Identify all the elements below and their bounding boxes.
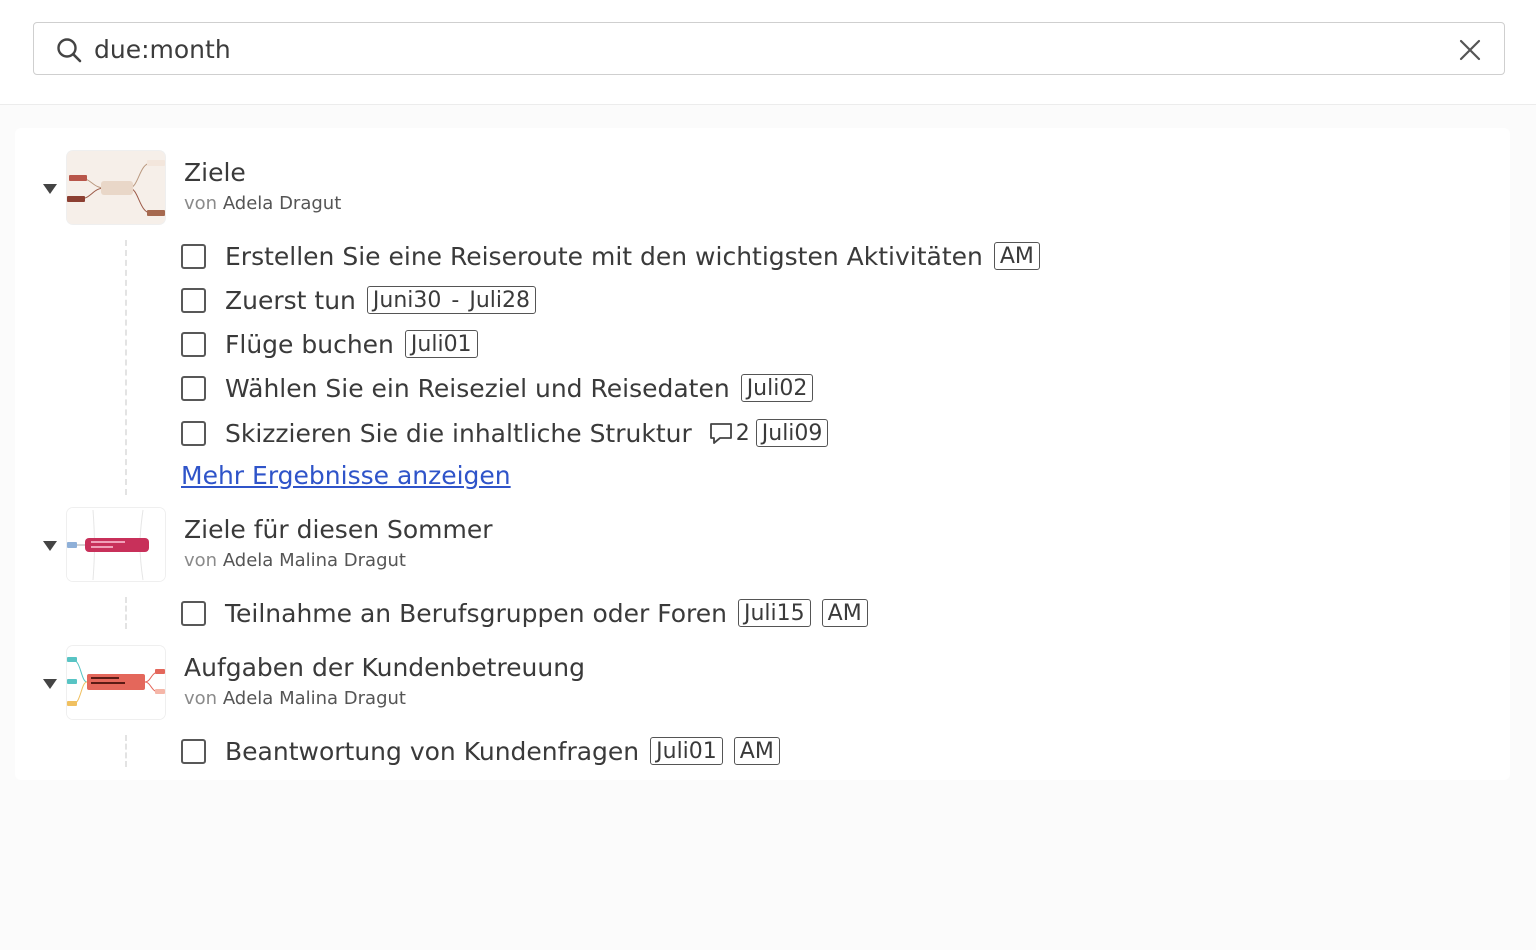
author-prefix: von — [184, 688, 218, 709]
task-checkbox[interactable] — [181, 287, 206, 313]
author-name: Adela Malina Dragut — [222, 688, 406, 709]
map-thumbnail[interactable] — [67, 508, 165, 581]
close-icon[interactable] — [1456, 36, 1484, 64]
comment-count[interactable]: 2 — [708, 420, 750, 446]
search-icon — [57, 38, 82, 63]
search-box[interactable] — [33, 22, 1505, 75]
author-name: Adela Dragut — [222, 193, 342, 214]
task-text[interactable]: Beantwortung von Kundenfragen — [225, 737, 639, 766]
task-item: Teilnahme an Berufsgruppen oder Foren Ju… — [181, 596, 868, 630]
task-text[interactable]: Flüge buchen — [225, 330, 394, 359]
task-text[interactable]: Erstellen Sie eine Reiseroute mit den wi… — [225, 242, 983, 271]
caret-down-icon[interactable] — [43, 679, 57, 689]
date-tag: Juli01 — [650, 737, 723, 765]
caret-down-icon[interactable] — [43, 541, 57, 551]
task-checkbox[interactable] — [181, 375, 206, 401]
task-item: Beantwortung von Kundenfragen Juli01 AM — [181, 734, 780, 768]
map-title[interactable]: Ziele — [184, 158, 246, 187]
author-name: Adela Malina Dragut — [222, 550, 406, 571]
assignee-tag: AM — [821, 599, 868, 627]
date-tag: Juli09 — [755, 419, 829, 447]
task-item: Erstellen Sie eine Reiseroute mit den wi… — [181, 239, 1040, 273]
task-item: Wählen Sie ein Reiseziel und Reisedaten … — [181, 371, 814, 405]
tree-line — [125, 597, 127, 629]
map-author: von Adela Malina Dragut — [184, 550, 406, 571]
date-to: Juli28 — [469, 288, 530, 313]
date-tag: Juli02 — [740, 374, 814, 402]
task-text[interactable]: Zuerst tun — [225, 286, 356, 315]
task-checkbox[interactable] — [181, 420, 206, 446]
task-text[interactable]: Teilnahme an Berufsgruppen oder Foren — [225, 599, 727, 628]
tree-line — [125, 735, 127, 767]
task-checkbox[interactable] — [181, 243, 206, 269]
search-input[interactable] — [94, 31, 1434, 67]
map-author: von Adela Malina Dragut — [184, 688, 406, 709]
more-results-link[interactable]: Mehr Ergebnisse anzeigen — [181, 461, 511, 490]
task-item: Zuerst tun Juni30- Juli28 — [181, 283, 536, 317]
task-text[interactable]: Skizzieren Sie die inhaltliche Struktur — [225, 419, 692, 448]
task-checkbox[interactable] — [181, 331, 206, 357]
task-item: Flüge buchen Juli01 — [181, 327, 478, 361]
date-separator: - — [451, 288, 460, 313]
author-prefix: von — [184, 193, 218, 214]
author-prefix: von — [184, 550, 218, 571]
task-text[interactable]: Wählen Sie ein Reiseziel und Reisedaten — [225, 374, 730, 403]
comment-icon — [709, 423, 732, 444]
search-results: Ziele von Adela Dragut Erstellen Sie ein… — [15, 128, 1510, 780]
search-bar-area — [0, 0, 1536, 105]
caret-down-icon[interactable] — [43, 184, 57, 194]
map-thumbnail[interactable] — [67, 151, 165, 224]
date-from: Juni30 — [372, 288, 442, 313]
comment-count-value: 2 — [735, 420, 750, 446]
map-author: von Adela Dragut — [184, 193, 341, 214]
map-thumbnail[interactable] — [67, 646, 165, 719]
assignee-tag: AM — [733, 737, 780, 765]
date-range-tag: Juni30- Juli28 — [366, 286, 536, 314]
task-checkbox[interactable] — [181, 600, 206, 626]
assignee-tag: AM — [993, 242, 1040, 270]
task-item: Skizzieren Sie die inhaltliche Struktur … — [181, 416, 829, 450]
date-tag: Juli01 — [404, 330, 478, 358]
task-checkbox[interactable] — [181, 738, 206, 764]
map-title[interactable]: Aufgaben der Kundenbetreuung — [184, 653, 585, 682]
date-tag: Juli15 — [738, 599, 811, 627]
tree-line — [125, 240, 127, 495]
map-title[interactable]: Ziele für diesen Sommer — [184, 515, 493, 544]
